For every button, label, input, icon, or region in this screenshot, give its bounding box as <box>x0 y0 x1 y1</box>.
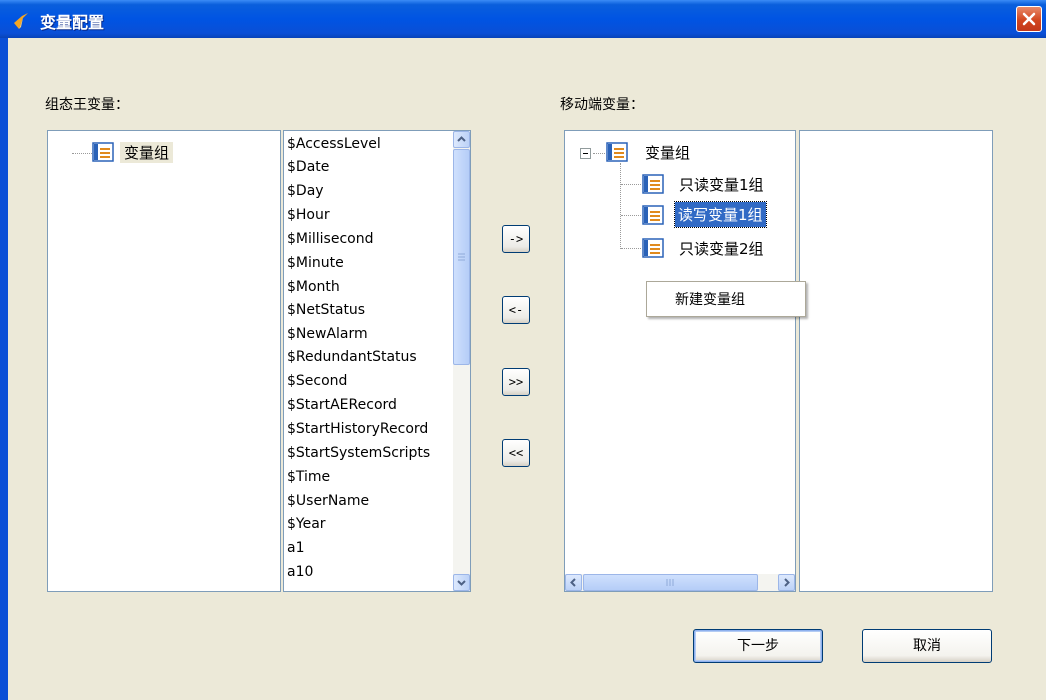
variable-group-icon <box>642 238 664 258</box>
chevron-left-icon <box>570 578 576 587</box>
grip-icon <box>666 579 674 586</box>
tree-item-readwrite-group-1[interactable]: 读写变量1组 <box>674 201 767 228</box>
list-item[interactable]: $Year <box>287 516 326 532</box>
chevron-down-icon <box>457 580 466 586</box>
kingview-group-tree[interactable]: 变量组 <box>47 130 281 592</box>
tree-connector <box>593 153 605 155</box>
h-scroll-thumb[interactable] <box>583 574 758 591</box>
mobile-variable-list[interactable] <box>799 130 993 592</box>
add-all-button[interactable]: >> <box>502 368 530 396</box>
list-item[interactable]: $Date <box>287 159 329 175</box>
tree-connector <box>621 248 641 250</box>
tree-h-scrollbar[interactable] <box>565 574 795 591</box>
list-item[interactable]: $RedundantStatus <box>287 349 417 365</box>
tree-connector <box>620 163 622 249</box>
mobile-variables-label: 移动端变量： <box>560 97 644 113</box>
scroll-thumb[interactable] <box>453 149 470 365</box>
list-item[interactable]: $Time <box>287 469 330 485</box>
variable-group-icon <box>606 142 628 162</box>
kingview-variable-list[interactable]: $AccessLevel $Date $Day $Hour $Milliseco… <box>283 130 471 592</box>
scroll-left-button[interactable] <box>565 574 582 591</box>
list-item[interactable]: $AccessLevel <box>287 136 381 152</box>
context-menu: 新建变量组 <box>646 281 806 317</box>
tree-item-readonly-group-2[interactable]: 只读变量2组 <box>679 238 764 259</box>
kingview-variables-label: 组态王变量： <box>45 97 129 113</box>
mobile-group-tree[interactable]: 变量组 只读变量1组 读写变量1组 只读变量2组 <box>564 130 796 592</box>
close-button[interactable] <box>1016 6 1042 32</box>
chevron-up-icon <box>457 136 466 142</box>
grip-icon <box>458 253 465 261</box>
app-logo-icon <box>14 13 28 29</box>
list-item[interactable]: $StartHistoryRecord <box>287 421 428 437</box>
tree-connector <box>72 153 92 155</box>
next-button[interactable]: 下一步 <box>693 629 823 663</box>
list-item[interactable]: $Hour <box>287 207 330 223</box>
list-item[interactable]: $Second <box>287 373 347 389</box>
remove-all-button[interactable]: << <box>502 439 530 467</box>
variable-list-scrollbar[interactable] <box>453 131 470 591</box>
scroll-down-button[interactable] <box>453 574 470 591</box>
scroll-up-button[interactable] <box>453 131 470 148</box>
variable-group-icon <box>642 205 664 225</box>
close-icon <box>1022 12 1036 26</box>
list-item[interactable]: $Minute <box>287 255 344 271</box>
list-item[interactable]: $NetStatus <box>287 302 365 318</box>
dialog-window: 变量配置 组态王变量： 变量组 $AccessLevel $Date $Day … <box>0 0 1046 700</box>
tree-connector <box>621 184 641 186</box>
collapse-icon[interactable] <box>580 148 591 159</box>
list-item[interactable]: $Millisecond <box>287 231 373 247</box>
list-item[interactable]: $UserName <box>287 493 369 509</box>
remove-selected-button[interactable]: <- <box>502 296 530 324</box>
list-item[interactable]: a1 <box>287 540 305 556</box>
chevron-right-icon <box>784 578 790 587</box>
list-item[interactable]: $Day <box>287 183 324 199</box>
tree-item-readonly-group-1[interactable]: 只读变量1组 <box>679 174 764 195</box>
variable-group-icon <box>92 142 114 162</box>
menu-item-new-group[interactable]: 新建变量组 <box>675 289 745 309</box>
window-title: 变量配置 <box>40 13 105 32</box>
tree-root-label[interactable]: 变量组 <box>120 142 174 163</box>
list-item[interactable]: a10 <box>287 564 313 580</box>
list-item[interactable]: $StartAERecord <box>287 397 397 413</box>
variable-group-icon <box>642 174 664 194</box>
list-item[interactable]: $StartSystemScripts <box>287 445 430 461</box>
add-selected-button[interactable]: -> <box>502 225 530 253</box>
cancel-button[interactable]: 取消 <box>862 629 992 663</box>
list-item[interactable]: $NewAlarm <box>287 326 368 342</box>
list-item[interactable]: $Month <box>287 279 340 295</box>
window-left-border <box>0 38 8 700</box>
tree-connector <box>621 215 641 217</box>
tree-root-label[interactable]: 变量组 <box>645 142 690 163</box>
title-bar[interactable]: 变量配置 <box>0 0 1046 38</box>
scroll-right-button[interactable] <box>778 574 795 591</box>
